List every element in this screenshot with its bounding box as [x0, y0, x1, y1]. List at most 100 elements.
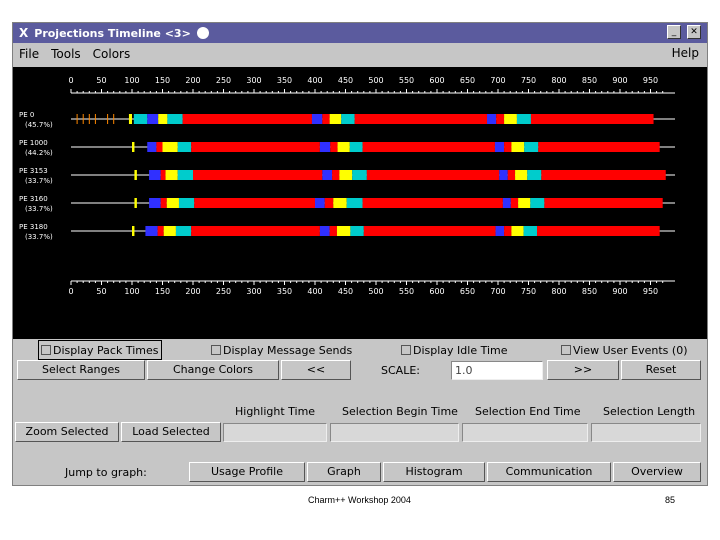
select-ranges-button[interactable]: Select Ranges [17, 360, 145, 380]
histogram-button[interactable]: Histogram [383, 462, 485, 482]
timeline-segment [515, 170, 528, 180]
graph-button[interactable]: Graph [307, 462, 381, 482]
overview-button[interactable]: Overview [613, 462, 701, 482]
timeline-canvas[interactable]: 0 50 100 150 200 250 300 350 400 450 500 550 600 650 7… [13, 67, 707, 339]
bottom-axis-tick-label: 200 [185, 287, 200, 296]
x-logo-icon: X [19, 26, 29, 40]
timeline-panel[interactable]: 0 50 100 150 200 250 300 350 400 450 500 550 600 650 7… [13, 67, 707, 339]
bottom-axis-tick-label: 650 [460, 287, 475, 296]
minimize-button[interactable]: _ [667, 25, 681, 39]
processor-label: PE 0 [19, 111, 34, 119]
timeline-segment [352, 170, 367, 180]
close-button[interactable]: ✕ [687, 25, 701, 39]
zoom-selected-button[interactable]: Zoom Selected [15, 422, 119, 442]
selection-length-field[interactable] [591, 423, 701, 442]
pin-icon[interactable] [196, 27, 209, 39]
timeline-segment [147, 142, 157, 152]
timeline-segment [160, 198, 167, 208]
display-message-sends-label: Display Message Sends [223, 343, 353, 357]
top-axis-tick-label: 650 [460, 76, 475, 85]
checkbox-box[interactable] [41, 345, 51, 355]
selection-end-field[interactable] [462, 423, 588, 442]
timeline-segment [132, 142, 135, 152]
timeline-segment [163, 226, 176, 236]
timeline-segment [366, 170, 500, 180]
processor-utilization: (44.2%) [25, 149, 53, 157]
reset-button[interactable]: Reset [621, 360, 701, 380]
timeline-segment [527, 170, 542, 180]
timeline-segment [333, 198, 347, 208]
timeline-segment [315, 198, 325, 208]
bottom-axis-tick-label: 800 [551, 287, 566, 296]
menu-tools[interactable]: Tools [51, 47, 81, 61]
bottom-axis-tick-label: 0 [68, 287, 73, 296]
timeline-segment [504, 142, 512, 152]
timeline-segment [362, 142, 495, 152]
processor-utilization: (33.7%) [25, 233, 53, 241]
display-idle-time-checkbox[interactable]: Display Idle Time [401, 341, 508, 359]
scale-label: SCALE: [381, 364, 420, 377]
checkbox-box[interactable] [401, 345, 411, 355]
timeline-segment [132, 226, 135, 236]
timeline-segment [516, 114, 531, 124]
top-axis-tick-label: 900 [612, 76, 627, 85]
timeline-segment [504, 226, 512, 236]
top-axis-tick-label: 750 [521, 76, 536, 85]
timeline-segment [511, 226, 524, 236]
timeline-segment [511, 142, 525, 152]
timeline-segment [322, 170, 333, 180]
timeline-segment [499, 170, 508, 180]
timeline-segment [330, 142, 338, 152]
top-axis-tick-label: 200 [185, 76, 200, 85]
top-axis-tick-label: 0 [68, 76, 73, 85]
load-selected-button[interactable]: Load Selected [121, 422, 221, 442]
zoom-in-button[interactable]: >> [547, 360, 619, 380]
timeline-segment [518, 198, 531, 208]
projections-timeline-window: X Projections Timeline <3> _ ✕ File Tool… [12, 22, 708, 486]
timeline-segment [157, 226, 164, 236]
highlight-time-field[interactable] [223, 423, 327, 442]
timeline-segment [538, 142, 660, 152]
display-message-sends-checkbox[interactable]: Display Message Sends [211, 341, 352, 359]
usage-profile-button[interactable]: Usage Profile [189, 462, 305, 482]
timeline-segment [147, 114, 159, 124]
selection-length-label: Selection Length [603, 405, 696, 418]
menu-colors[interactable]: Colors [93, 47, 131, 61]
menu-file[interactable]: File [19, 47, 39, 61]
bottom-axis-tick-label: 900 [612, 287, 627, 296]
timeline-segment [128, 114, 132, 124]
timeline-segment [165, 170, 178, 180]
timeline-segment [133, 114, 148, 124]
timeline-segment [341, 114, 355, 124]
zoom-out-button[interactable]: << [281, 360, 351, 380]
timeline-segment [346, 198, 363, 208]
change-colors-button[interactable]: Change Colors [147, 360, 279, 380]
timeline-segment [329, 114, 342, 124]
timeline-segment [537, 226, 660, 236]
timeline-segment [329, 226, 337, 236]
view-user-events-checkbox[interactable]: View User Events (0) [561, 341, 688, 359]
timeline-segment [175, 226, 192, 236]
top-axis-tick-label: 700 [490, 76, 505, 85]
timeline-segment [145, 226, 158, 236]
timeline-segment [349, 142, 363, 152]
scale-input[interactable]: 1.0 [451, 361, 543, 380]
bottom-axis-tick-label: 150 [155, 287, 170, 296]
bottom-axis-tick-label: 500 [368, 287, 383, 296]
processor-label: PE 3160 [19, 195, 48, 203]
display-pack-times-checkbox[interactable]: Display Pack Times [38, 340, 162, 360]
processor-utilization: (33.7%) [25, 177, 53, 185]
processor-utilization: (45.7%) [25, 121, 53, 129]
menu-help[interactable]: Help [672, 46, 699, 60]
timeline-segment [311, 114, 323, 124]
processor-label: PE 3153 [19, 167, 48, 175]
checkbox-box[interactable] [561, 345, 571, 355]
checkbox-box[interactable] [211, 345, 221, 355]
communication-button[interactable]: Communication [487, 462, 611, 482]
selection-begin-field[interactable] [330, 423, 459, 442]
jump-to-graph-label: Jump to graph: [65, 466, 147, 479]
title-bar[interactable]: X Projections Timeline <3> _ ✕ [13, 23, 707, 43]
timeline-segment [149, 170, 161, 180]
top-axis-tick-label: 850 [582, 76, 597, 85]
top-axis-tick-label: 50 [96, 76, 106, 85]
